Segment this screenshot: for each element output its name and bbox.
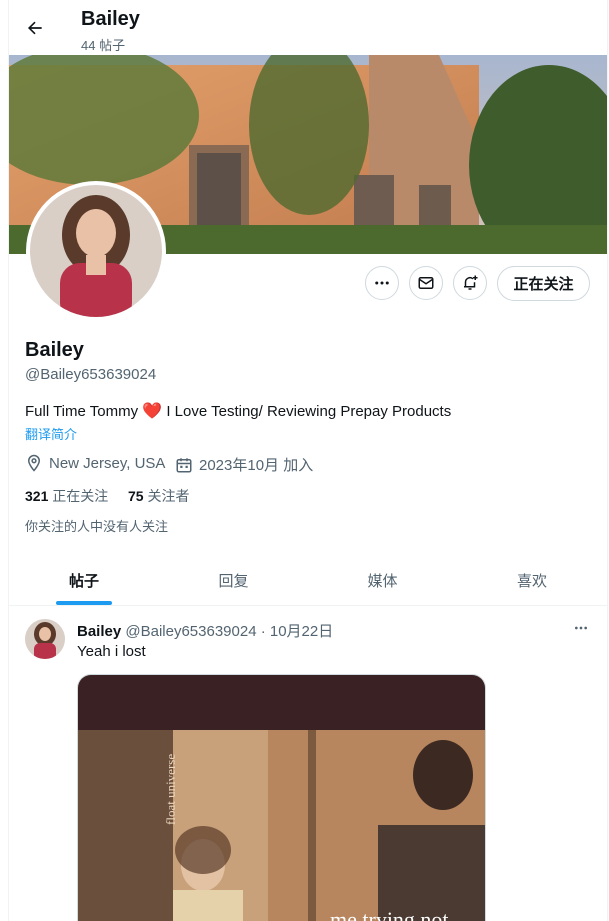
post-author-name[interactable]: Bailey (77, 623, 121, 640)
location-pin-icon (27, 454, 41, 472)
followers-label: 关注者 (147, 488, 190, 504)
active-tab-indicator (56, 601, 112, 605)
top-bar: Bailey 44 帖子 (9, 0, 607, 55)
location-text: New Jersey, USA (49, 454, 166, 472)
header-title: Bailey (81, 8, 140, 30)
tab-posts[interactable]: 帖子 (9, 555, 159, 605)
more-horizontal-icon (575, 626, 587, 630)
followers-count: 75 (128, 488, 144, 504)
envelope-icon (418, 277, 434, 289)
following-count: 321 (25, 488, 49, 504)
avatar-image (30, 185, 162, 317)
calendar-icon (176, 457, 192, 472)
post-text: Yeah i lost (77, 643, 146, 660)
joined-meta: 2023年10月 加入 (175, 454, 313, 475)
media-watermark: float universe (163, 754, 178, 825)
following-count-link[interactable]: 321 正在关注 (25, 486, 108, 506)
arrow-left-icon (28, 21, 42, 35)
profile-bio: Full Time Tommy ❤️ I Love Testing/ Revie… (25, 401, 451, 421)
tab-media[interactable]: 媒体 (308, 555, 457, 605)
following-button[interactable]: 正在关注 (497, 266, 590, 301)
post-media[interactable]: float universe me trying not (77, 674, 486, 921)
followers-count-link[interactable]: 75 关注者 (128, 486, 189, 506)
back-button[interactable] (21, 14, 49, 42)
translate-bio-link[interactable]: 翻译简介 (25, 424, 77, 443)
profile-handle: @Bailey653639024 (25, 366, 157, 383)
following-label: 正在关注 (52, 488, 109, 504)
bio-text-start: Full Time Tommy (25, 403, 143, 420)
post-author-avatar[interactable] (25, 619, 65, 659)
heart-emoji: ❤️ (142, 403, 163, 420)
mutual-followers-note: 你关注的人中没有人关注 (25, 519, 169, 534)
post-meta[interactable]: @Bailey653639024 · 10月22日 (125, 623, 333, 640)
joined-text: 2023年10月 加入 (199, 457, 314, 474)
profile-tabs: 帖子 回复 媒体 喜欢 (9, 555, 607, 606)
message-button[interactable] (409, 266, 443, 300)
profile-page: Bailey 44 帖子 正在关注 Bailey @Bailey65363902… (8, 0, 608, 921)
post-media-image: float universe me trying not (78, 675, 485, 921)
bell-plus-icon (464, 275, 478, 290)
more-options-button[interactable] (365, 266, 399, 300)
bio-text-end: I Love Testing/ Reviewing Prepay Product… (162, 403, 452, 420)
post-header: Bailey @Bailey653639024 · 10月22日 (77, 620, 333, 641)
profile-avatar[interactable] (26, 181, 166, 321)
tab-likes[interactable]: 喜欢 (457, 555, 607, 605)
header-post-count: 44 帖子 (81, 38, 126, 53)
media-caption: me trying not (330, 907, 449, 921)
tab-replies[interactable]: 回复 (159, 555, 308, 605)
notify-button[interactable] (453, 266, 487, 300)
profile-name: Bailey (25, 339, 84, 361)
location-meta: New Jersey, USA (25, 454, 165, 472)
post-more-button[interactable] (569, 618, 593, 638)
more-horizontal-icon (375, 281, 389, 285)
